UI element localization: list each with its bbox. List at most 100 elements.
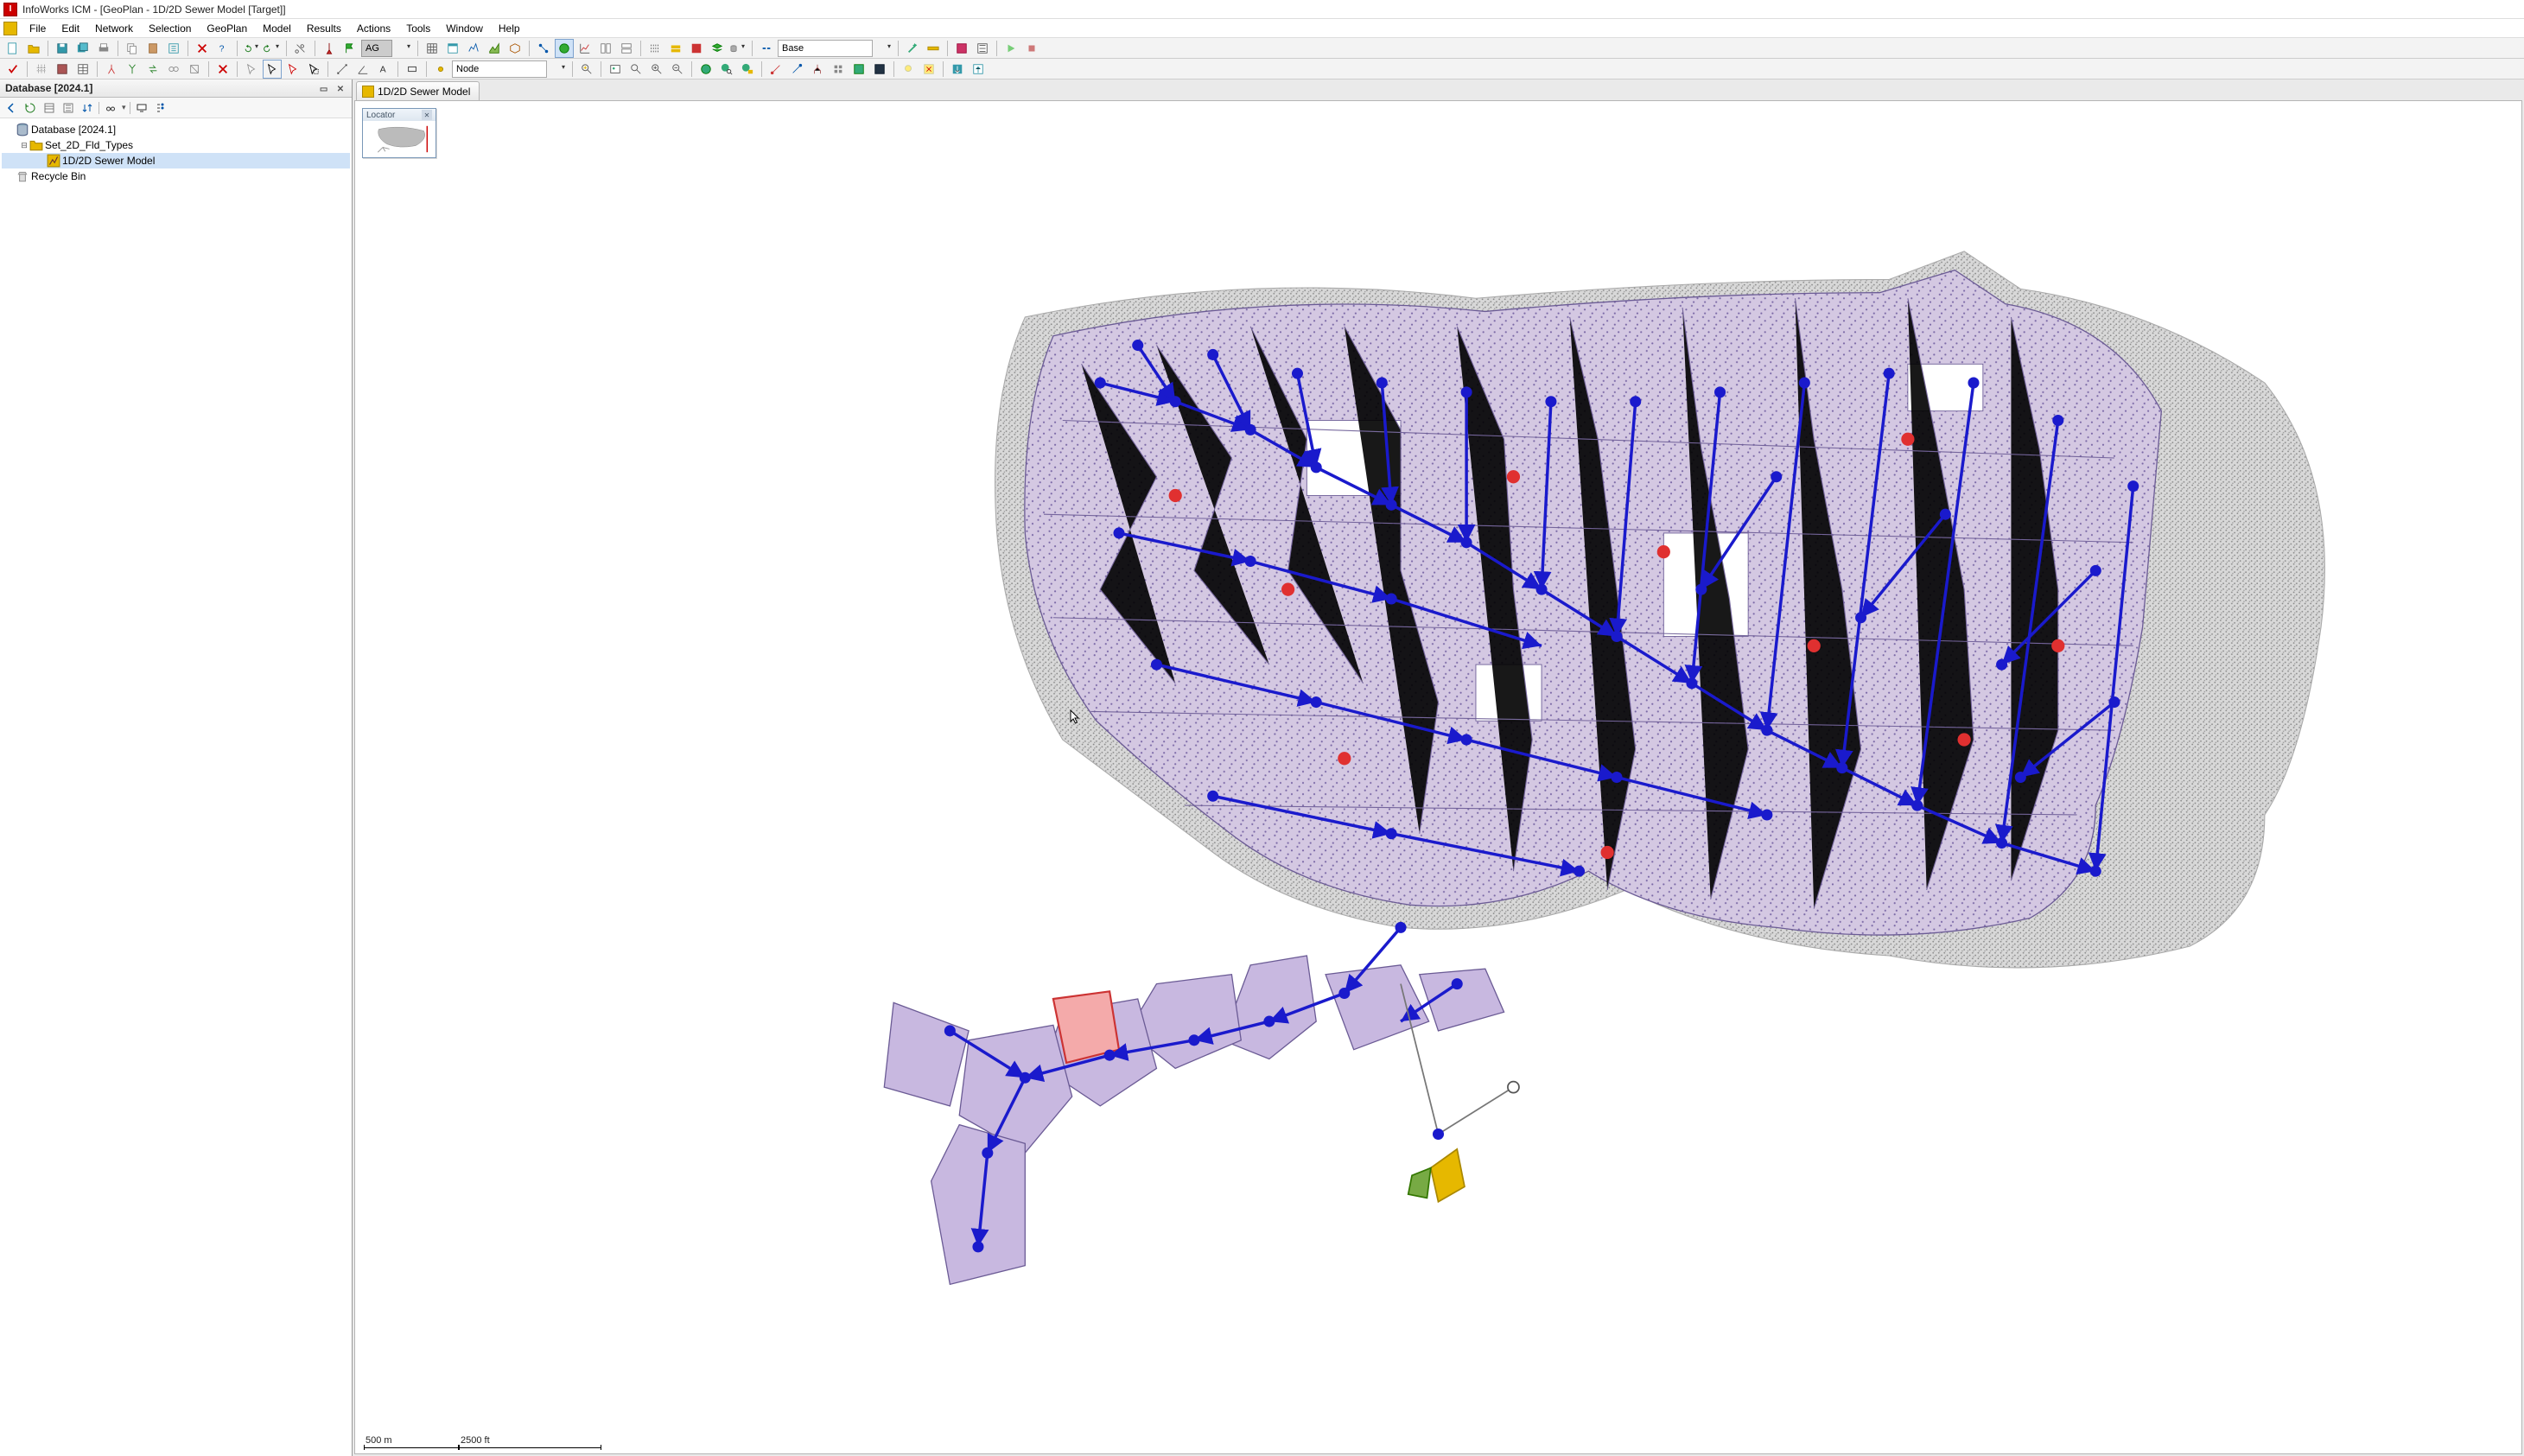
3d-view-button[interactable] xyxy=(505,39,525,58)
document-menu-icon[interactable] xyxy=(3,22,17,35)
panel-close-icon[interactable]: ✕ xyxy=(334,85,346,94)
network-diag-button[interactable] xyxy=(808,60,827,79)
zoom-area-button[interactable] xyxy=(626,60,645,79)
binoculars-icon[interactable] xyxy=(103,100,118,116)
merge-button[interactable] xyxy=(123,60,142,79)
refresh-icon[interactable] xyxy=(22,100,38,116)
stop-sim-button[interactable] xyxy=(1022,39,1041,58)
measure-button[interactable] xyxy=(333,60,352,79)
paste-button[interactable] xyxy=(143,39,162,58)
menu-results[interactable]: Results xyxy=(300,21,348,36)
light-button[interactable] xyxy=(899,60,918,79)
cut-tool-button[interactable] xyxy=(291,39,310,58)
object-type-dropdown[interactable] xyxy=(549,60,568,79)
object-type-field[interactable]: Node xyxy=(452,60,547,78)
rect-draw-button[interactable] xyxy=(403,60,422,79)
pin-button[interactable] xyxy=(320,39,339,58)
globe-book-button[interactable] xyxy=(738,60,757,79)
layers-button[interactable] xyxy=(708,39,727,58)
tree-root[interactable]: Database [2024.1] xyxy=(2,122,350,137)
select-tool-button[interactable] xyxy=(263,60,282,79)
redo-button[interactable] xyxy=(263,39,282,58)
big-close-button[interactable] xyxy=(870,60,889,79)
dissolve-button[interactable] xyxy=(164,60,183,79)
locator-thumbnail[interactable] xyxy=(363,121,436,157)
globe-find-button[interactable] xyxy=(717,60,736,79)
help-cursor-button[interactable]: ? xyxy=(213,39,232,58)
globe-button[interactable] xyxy=(696,60,715,79)
tree-network[interactable]: 1D/2D Sewer Model xyxy=(2,153,350,168)
delete-button[interactable] xyxy=(193,39,212,58)
zoom-out-button[interactable] xyxy=(668,60,687,79)
database-tree[interactable]: Database [2024.1] ⊟ Set_2D_Fld_Types 1D/… xyxy=(0,118,352,1456)
cancel-edit-button[interactable] xyxy=(213,60,232,79)
map-canvas[interactable] xyxy=(355,101,2521,1453)
newwindow-button[interactable] xyxy=(443,39,462,58)
theme-button[interactable] xyxy=(687,39,706,58)
pick-image-button[interactable] xyxy=(606,60,625,79)
menu-tools[interactable]: Tools xyxy=(399,21,437,36)
menu-edit[interactable]: Edit xyxy=(54,21,86,36)
menu-file[interactable]: File xyxy=(22,21,53,36)
new-button[interactable] xyxy=(3,39,22,58)
save-all-button[interactable] xyxy=(73,39,92,58)
map-area[interactable]: Locator ✕ xyxy=(354,100,2522,1454)
panel-pin-icon[interactable]: ▭ xyxy=(318,85,330,94)
copy-button[interactable] xyxy=(123,39,142,58)
scenario-dropdown[interactable] xyxy=(874,39,893,58)
document-tab[interactable]: 1D/2D Sewer Model xyxy=(356,81,480,100)
layout-b-button[interactable] xyxy=(617,39,636,58)
close-tool-button[interactable] xyxy=(849,60,868,79)
locator-close-icon[interactable]: ✕ xyxy=(422,110,432,120)
tree-order-icon[interactable] xyxy=(153,100,168,116)
pattern-button[interactable] xyxy=(829,60,848,79)
text-button[interactable]: A xyxy=(374,60,393,79)
terrain-button[interactable] xyxy=(485,39,504,58)
menu-selection[interactable]: Selection xyxy=(142,21,198,36)
menu-geoplan[interactable]: GeoPlan xyxy=(200,21,254,36)
menu-network[interactable]: Network xyxy=(88,21,140,36)
warn-close-button[interactable] xyxy=(919,60,938,79)
flag-field[interactable]: AG xyxy=(361,40,392,57)
check-tool-button[interactable] xyxy=(53,60,72,79)
map-toggle-button[interactable] xyxy=(555,39,574,58)
reverse-button[interactable] xyxy=(143,60,162,79)
select-poly-button[interactable] xyxy=(283,60,302,79)
long-section-button[interactable] xyxy=(464,39,483,58)
dashed-icon[interactable] xyxy=(645,39,664,58)
results-a-button[interactable] xyxy=(952,39,971,58)
hash-button[interactable] xyxy=(32,60,51,79)
network-button[interactable] xyxy=(534,39,553,58)
import-button[interactable] xyxy=(969,60,988,79)
play-sim-button[interactable] xyxy=(1001,39,1020,58)
clean-button[interactable] xyxy=(185,60,204,79)
db-button[interactable] xyxy=(728,39,747,58)
menu-window[interactable]: Window xyxy=(439,21,490,36)
locator-header[interactable]: Locator ✕ xyxy=(363,109,436,121)
ruler-button[interactable] xyxy=(924,39,943,58)
save-as-button[interactable] xyxy=(948,60,967,79)
scenario-field[interactable]: Base xyxy=(778,40,873,57)
select-rect-button[interactable] xyxy=(304,60,323,79)
zoom-in-button[interactable] xyxy=(647,60,666,79)
back-icon[interactable] xyxy=(3,100,19,116)
undo-button[interactable] xyxy=(242,39,261,58)
save-button[interactable] xyxy=(53,39,72,58)
layout-a-button[interactable] xyxy=(596,39,615,58)
new-obj-button[interactable] xyxy=(431,60,450,79)
flag-dropdown[interactable] xyxy=(394,39,413,58)
table-tool-button[interactable] xyxy=(73,60,92,79)
open-button[interactable] xyxy=(24,39,43,58)
query-button[interactable] xyxy=(666,39,685,58)
grid-button[interactable] xyxy=(423,39,442,58)
break-link-button[interactable] xyxy=(757,39,776,58)
graph-button[interactable] xyxy=(575,39,594,58)
tree-group[interactable]: ⊟ Set_2D_Fld_Types xyxy=(2,137,350,153)
menu-help[interactable]: Help xyxy=(492,21,527,36)
monitor-icon[interactable] xyxy=(134,100,149,116)
trace-b-button[interactable] xyxy=(787,60,806,79)
sheet-icon[interactable] xyxy=(41,100,57,116)
undo-history-button[interactable] xyxy=(164,39,183,58)
collapse-icon[interactable]: ⊟ xyxy=(19,141,29,150)
results-b-button[interactable] xyxy=(973,39,992,58)
